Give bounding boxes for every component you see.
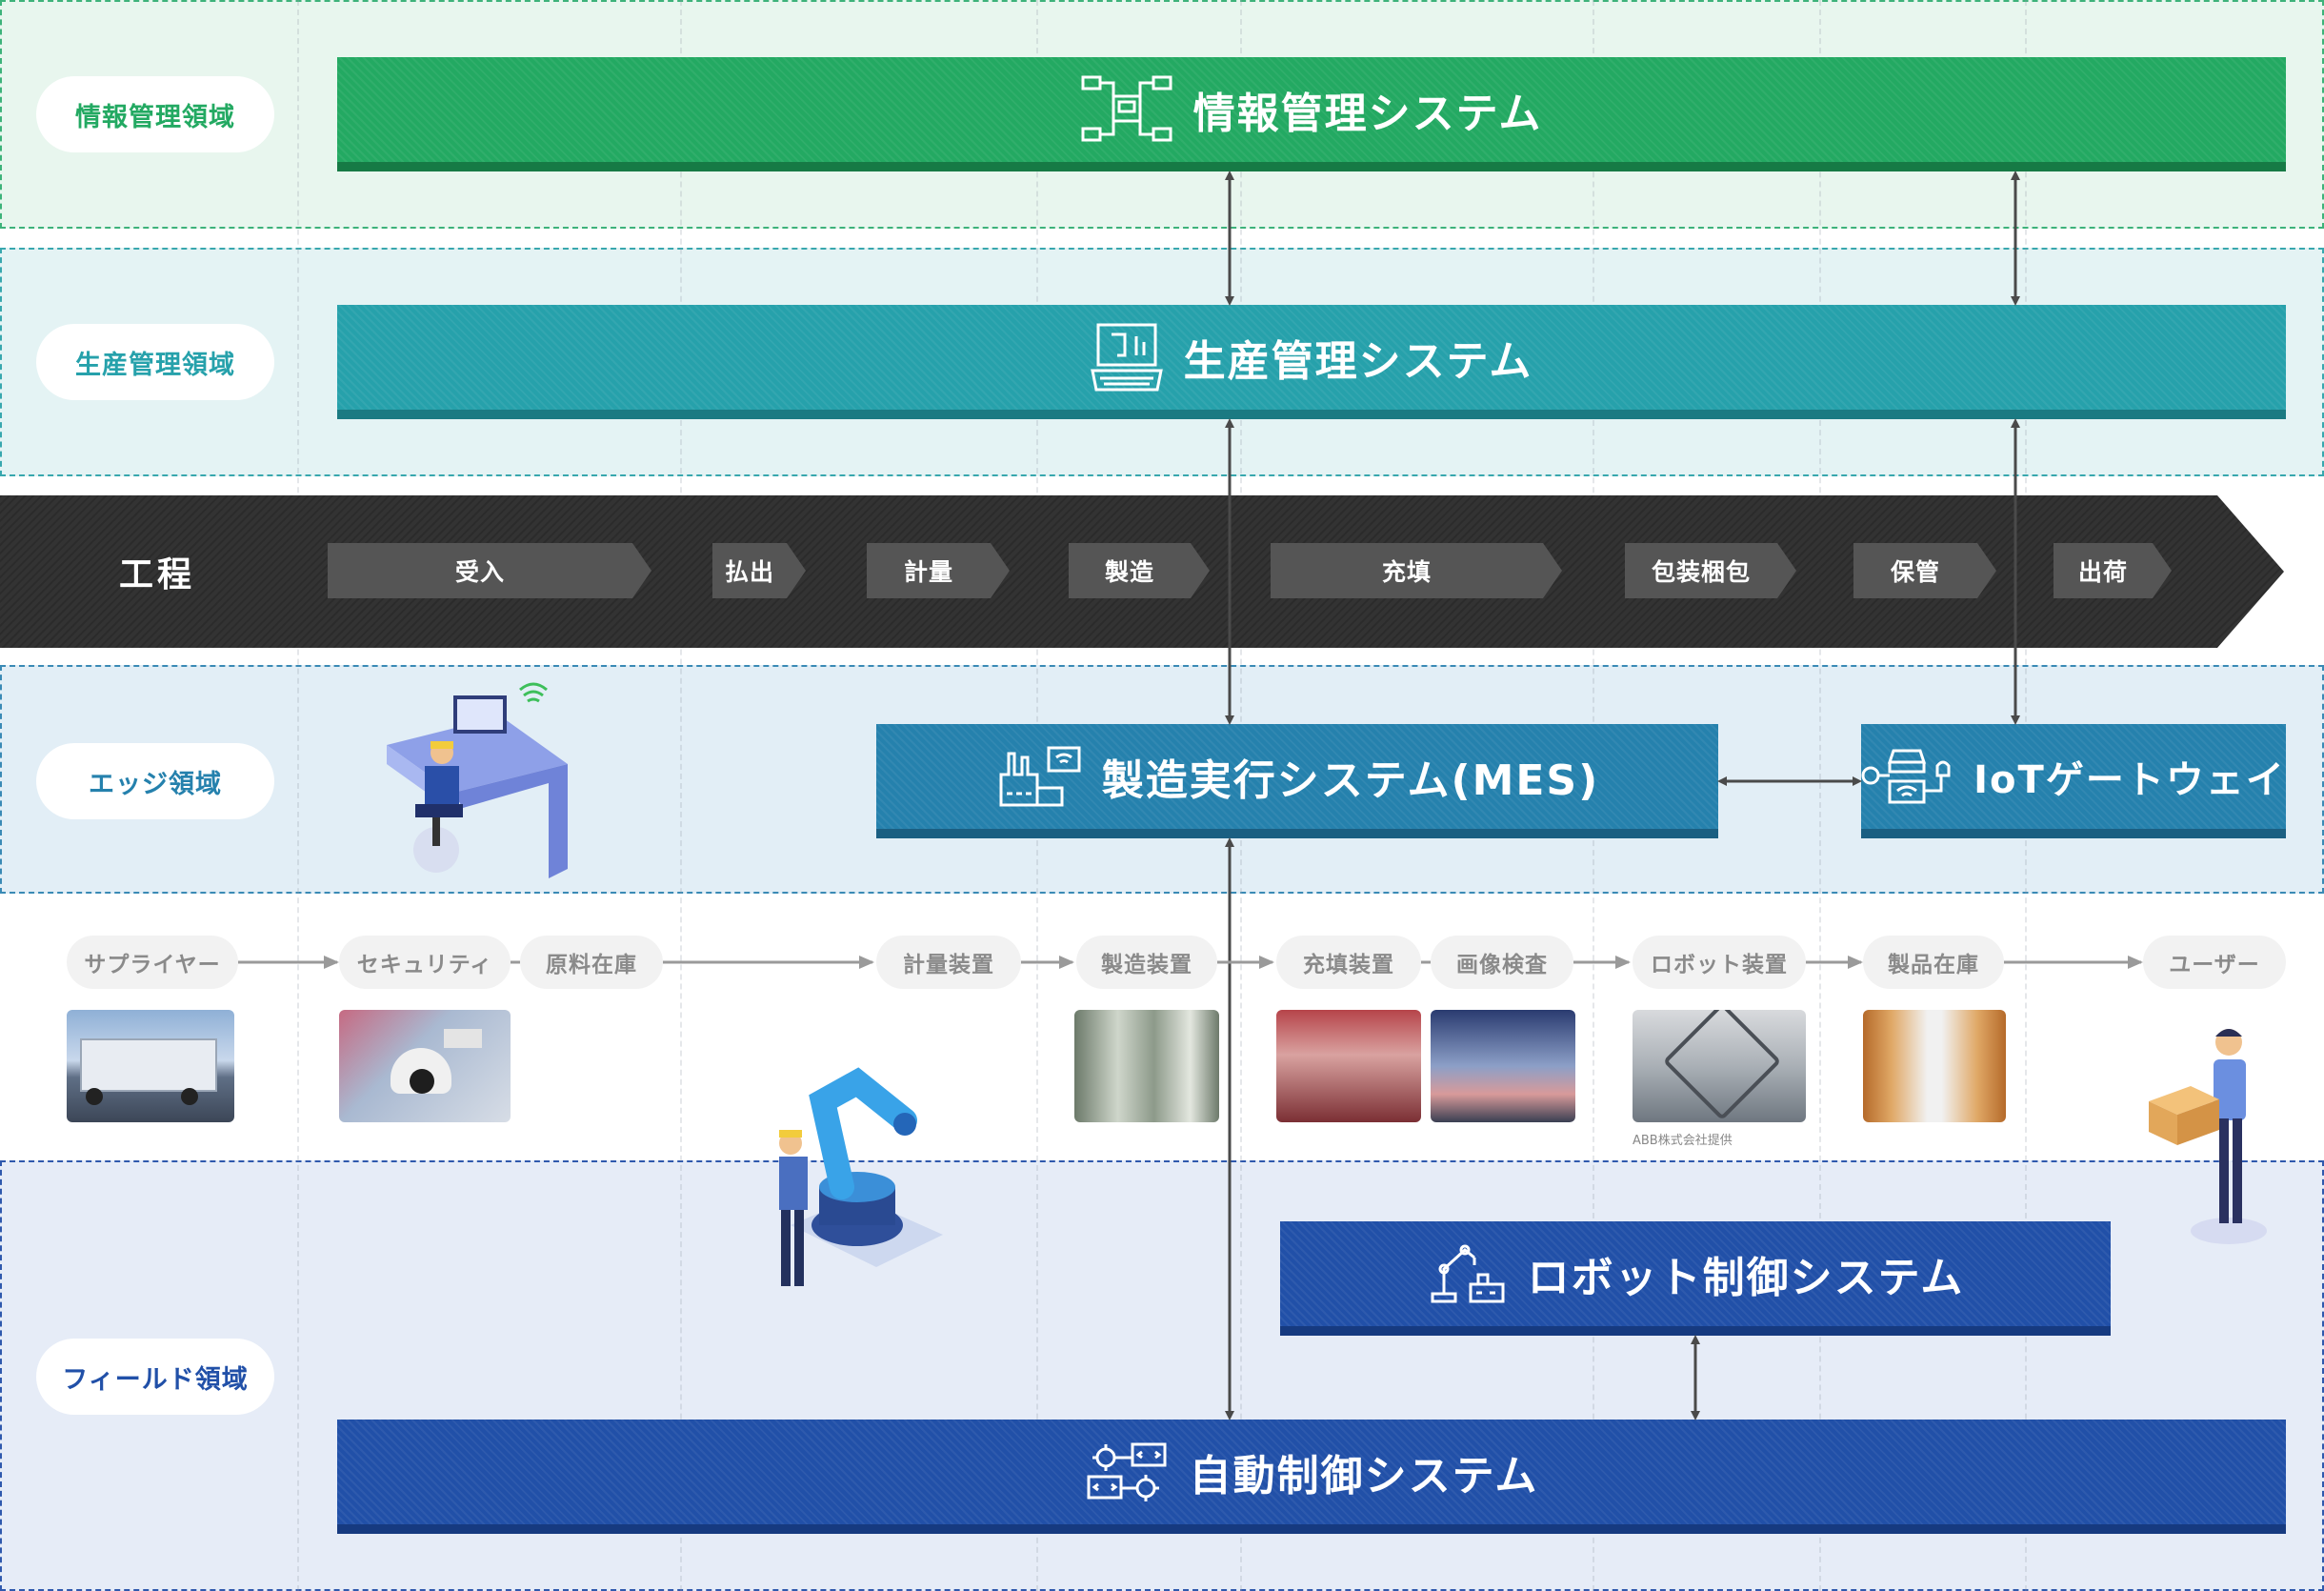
warehouse-photo <box>1863 1010 2006 1122</box>
filling-line-photo <box>1276 1010 1421 1122</box>
flow-step: 製造装置 <box>1076 936 1217 989</box>
flow-step: サプライヤー <box>67 936 238 989</box>
connection-arrows <box>238 171 2143 1420</box>
flow-step: セキュリティ <box>339 936 511 989</box>
flow-step: 充填装置 <box>1276 936 1421 989</box>
operator-desk-illustration <box>387 682 568 878</box>
robot-arm-illustration <box>779 1067 943 1286</box>
flow-step: 製品在庫 <box>1863 936 2004 989</box>
flow-step: 計量装置 <box>876 936 1021 989</box>
image-inspection-photo <box>1431 1010 1575 1122</box>
user-illustration <box>2149 1029 2267 1244</box>
flow-step: ユーザー <box>2143 936 2286 989</box>
security-camera-photo <box>339 1010 511 1122</box>
flow-step: 原料在庫 <box>520 936 663 989</box>
photo-credit: ABB株式会社提供 <box>1633 1134 1733 1148</box>
flow-step: ロボット装置 <box>1633 936 1806 989</box>
robot-equipment-photo <box>1633 1010 1806 1122</box>
truck-photo <box>67 1010 234 1122</box>
manufacturing-equipment-photo <box>1074 1010 1219 1122</box>
flow-step: 画像検査 <box>1431 936 1573 989</box>
